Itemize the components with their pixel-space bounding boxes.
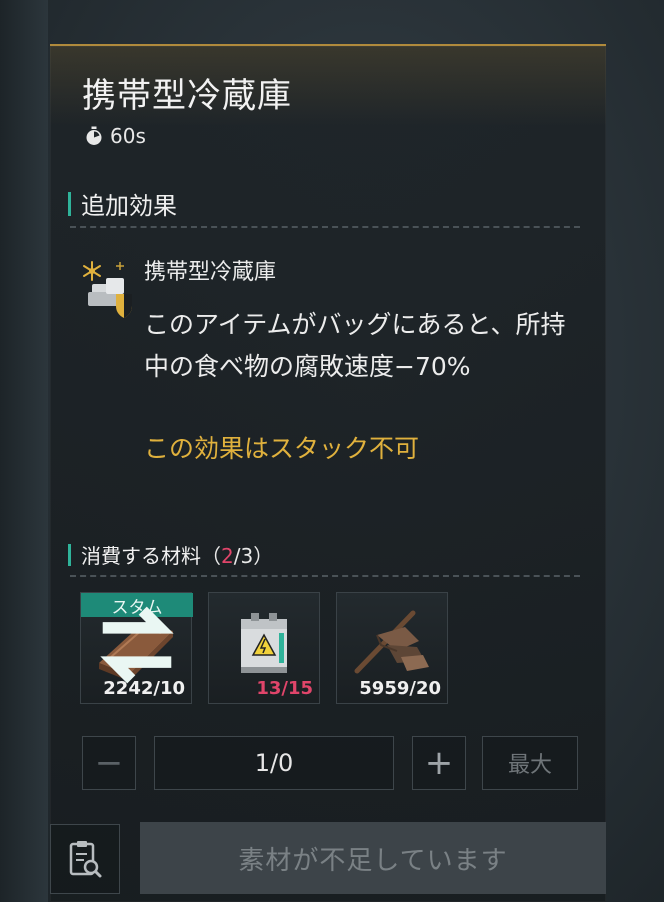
divider [70, 575, 580, 577]
fridge-effect-icon [83, 261, 132, 318]
swap-icon [100, 606, 174, 684]
effects-heading: 追加効果 [68, 186, 177, 221]
material-slot-copper-bar[interactable]: スタム 2242/10 [80, 592, 193, 704]
clipboard-search-icon [69, 841, 102, 878]
material-qty: 13/15 [256, 678, 313, 699]
materials-count-total: /3） [233, 544, 274, 568]
materials-count-have: 2 [221, 544, 234, 568]
craft-time-value: 60s [110, 124, 146, 148]
effects-heading-label: 追加効果 [81, 192, 177, 220]
battery-pack-icon [241, 613, 287, 673]
heading-accent-bar [68, 543, 71, 566]
materials-list: スタム 2242/10 13/15 5959/20 [80, 592, 448, 704]
heading-accent-bar [68, 191, 71, 216]
material-qty: 2242/10 [103, 678, 185, 699]
effect-stack-warning: この効果はスタック不可 [144, 434, 420, 463]
material-slot-scrap-wood[interactable]: 5959/20 [336, 592, 448, 704]
decrease-quantity-button[interactable]: − [82, 736, 136, 790]
increase-quantity-button[interactable]: + [412, 736, 466, 790]
divider [70, 226, 580, 228]
item-detail-panel: 携帯型冷蔵庫 60s 追加効果 携帯型冷蔵庫 このアイテムがバッグにあると、所持… [50, 44, 606, 902]
item-title: 携帯型冷蔵庫 [82, 76, 292, 116]
material-qty: 5959/20 [359, 678, 441, 699]
craft-time: 60s [84, 124, 146, 148]
scrap-wood-icon [354, 610, 429, 674]
material-slot-battery-pack[interactable]: 13/15 [208, 592, 320, 704]
swap-tag: スタム [81, 593, 193, 684]
materials-count: （2/3） [201, 540, 273, 569]
stopwatch-icon [86, 126, 102, 145]
quantity-value[interactable]: 1/0 [154, 736, 394, 790]
recipe-lookup-button[interactable] [50, 824, 120, 894]
max-quantity-button[interactable]: 最大 [482, 736, 578, 790]
materials-heading: 消費する材料 （2/3） [68, 540, 273, 569]
effect-description: このアイテムがバッグにあると、所持中の食べ物の腐敗速度−70% [144, 310, 566, 381]
count-open: （ [201, 544, 221, 568]
materials-heading-label: 消費する材料 [81, 544, 201, 568]
background-left [0, 0, 48, 902]
effect-name: 携帯型冷蔵庫 [144, 260, 277, 285]
craft-button[interactable]: 素材が不足しています [140, 822, 606, 894]
